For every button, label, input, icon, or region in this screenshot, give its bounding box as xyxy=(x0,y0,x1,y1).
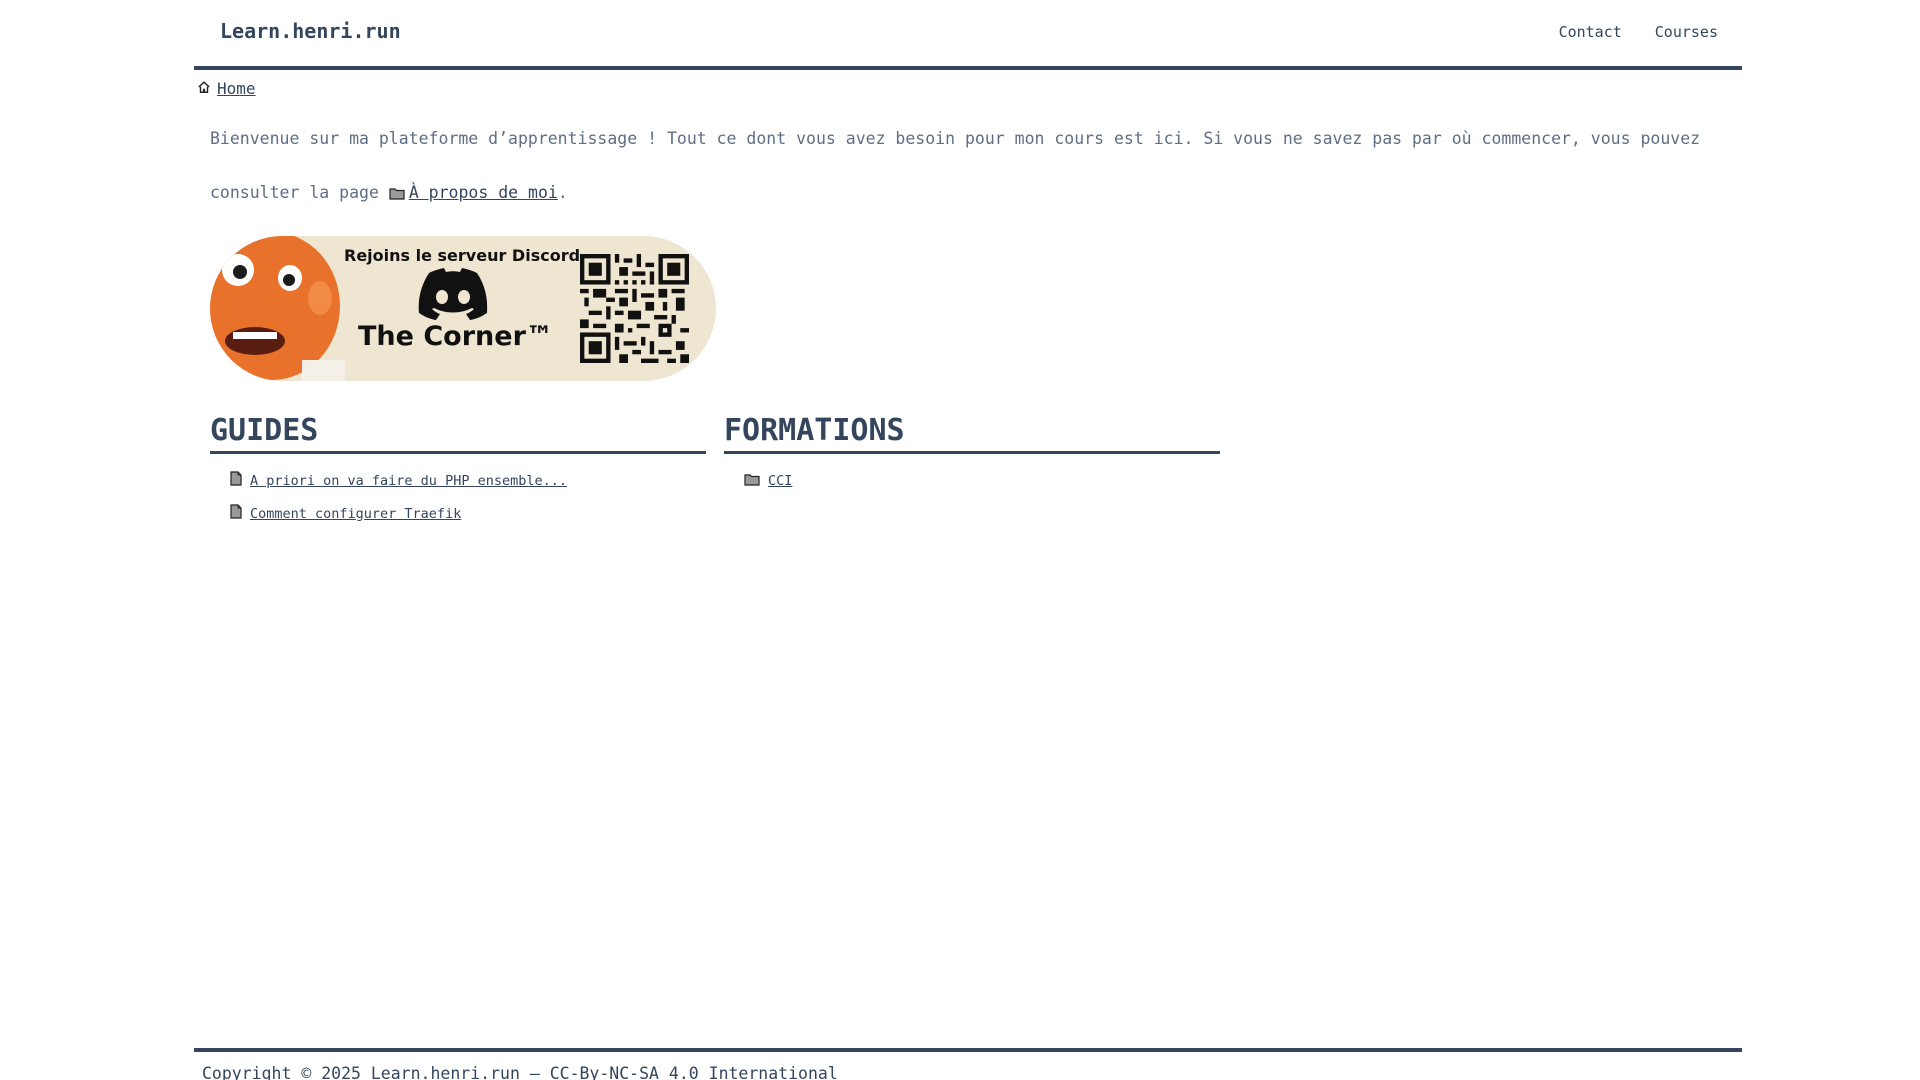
qr-code xyxy=(580,254,689,363)
discord-logo xyxy=(418,268,488,320)
site-header: Learn.henri.run Contact Courses xyxy=(194,0,1742,70)
list-item: A priori on va faire du PHP ensemble... xyxy=(230,464,706,497)
banner-server-name: The Corner™ xyxy=(358,321,553,352)
mascot-image xyxy=(210,236,345,381)
formations-heading: FORMATIONS xyxy=(724,412,1220,454)
guides-list: A priori on va faire du PHP ensemble... … xyxy=(210,464,706,530)
discord-banner[interactable]: Rejoins le serveur Discord The Corner™ xyxy=(210,236,716,381)
guides-section: GUIDES A priori on va faire du PHP ensem… xyxy=(210,412,706,530)
intro-paragraph: Bienvenue sur ma plateforme d’apprentiss… xyxy=(210,112,1710,222)
guides-heading: GUIDES xyxy=(210,412,706,454)
file-icon xyxy=(230,504,242,523)
guide-link-php[interactable]: A priori on va faire du PHP ensemble... xyxy=(250,473,567,489)
list-item: CCI xyxy=(744,464,1220,497)
home-icon xyxy=(197,79,211,98)
license-link[interactable]: CC-By-NC-SA 4.0 International xyxy=(550,1064,838,1080)
folder-icon xyxy=(389,168,405,222)
about-link[interactable]: À propos de moi xyxy=(389,183,558,202)
nav-link-contact[interactable]: Contact xyxy=(1559,23,1622,41)
file-icon xyxy=(230,471,242,490)
banner-title: Rejoins le serveur Discord xyxy=(344,246,581,265)
list-item: Comment configurer Traefik xyxy=(230,497,706,530)
footer-copyright: Copyright © 2025 Learn.henri.run — xyxy=(202,1064,550,1080)
breadcrumb: Home xyxy=(197,79,256,98)
guide-link-traefik[interactable]: Comment configurer Traefik xyxy=(250,506,461,522)
breadcrumb-home-link[interactable]: Home xyxy=(217,79,256,98)
folder-icon xyxy=(744,471,760,490)
formations-section: FORMATIONS CCI xyxy=(724,412,1220,497)
about-link-label: À propos de moi xyxy=(408,183,558,202)
page: Learn.henri.run Contact Courses Home Bie… xyxy=(194,0,1742,1080)
brand-link[interactable]: Learn.henri.run xyxy=(220,19,401,43)
formation-link-cci[interactable]: CCI xyxy=(768,473,792,489)
formations-list: CCI xyxy=(724,464,1220,497)
nav-link-courses[interactable]: Courses xyxy=(1655,23,1718,41)
site-footer: Copyright © 2025 Learn.henri.run — CC-By… xyxy=(194,1048,1742,1080)
top-nav: Contact Courses xyxy=(1559,23,1718,41)
intro-text-end: . xyxy=(557,183,568,202)
